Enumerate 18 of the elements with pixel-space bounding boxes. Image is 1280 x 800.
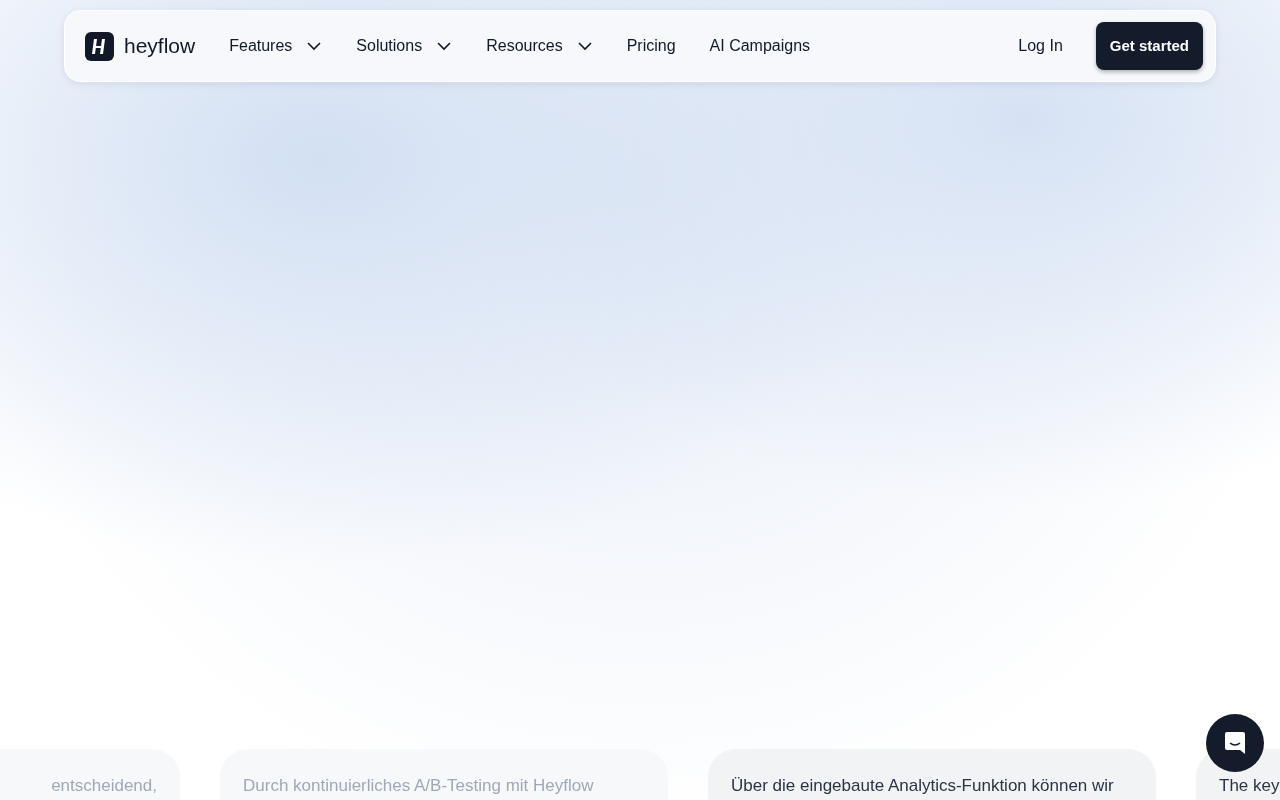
nav-menu-item[interactable]: Pricing (626, 34, 676, 58)
nav-menu-item[interactable]: Solutions (356, 34, 453, 58)
chat-button[interactable] (1206, 714, 1264, 772)
nav-menu-item[interactable]: Features (229, 34, 323, 58)
card-text: entscheidend, (50, 775, 157, 797)
logo-icon[interactable] (85, 31, 114, 61)
card-text: The key (1219, 775, 1280, 797)
card-text: Über die eingebaute Analytics-Funktion können wir (731, 775, 1115, 797)
get-started-button[interactable]: Get started (1095, 22, 1203, 70)
login-link[interactable]: Log In (1018, 34, 1063, 58)
chevron-down-icon (306, 41, 323, 51)
chat-icon (1224, 731, 1246, 755)
nav-menu-item[interactable]: Resources (486, 34, 593, 58)
brand-name[interactable]: heyflow (124, 30, 196, 62)
nav-menu-item[interactable]: AI Campaigns (709, 34, 811, 58)
chevron-down-icon (436, 41, 453, 51)
card-text: Durch kontinuierliches A/B-Testing mit Heyflow (243, 775, 595, 797)
chevron-down-icon (576, 41, 593, 51)
